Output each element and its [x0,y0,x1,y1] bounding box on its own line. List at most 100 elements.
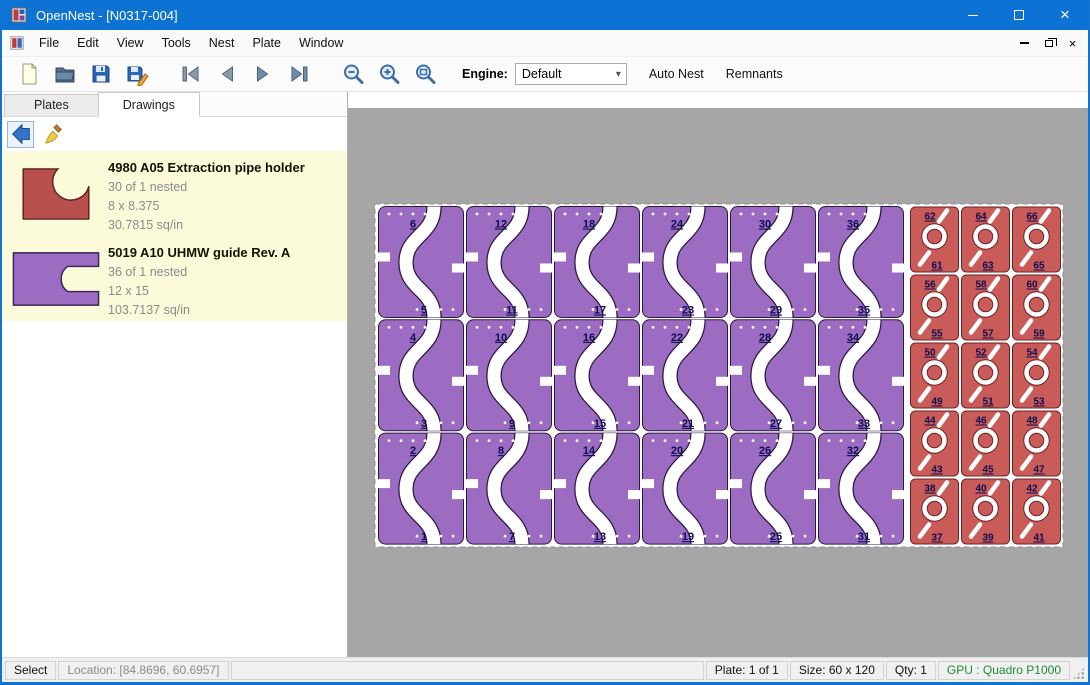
nested-part-pair-red[interactable]: 5857 [962,275,1010,340]
nested-part-pair-red[interactable]: 6665 [1013,207,1061,272]
nested-part-pair-red[interactable]: 5655 [911,275,959,340]
engine-combobox[interactable]: Default ▾ [515,63,627,85]
status-qty: Qty: 1 [886,661,936,680]
import-drawings-button[interactable] [7,121,34,148]
nested-part-pair-red[interactable]: 42 41 [1013,479,1061,544]
open-button[interactable] [50,59,80,89]
menu-tools[interactable]: Tools [153,30,200,56]
nested-part-pair-purple[interactable]: 43 [378,320,464,431]
nest-viewport[interactable]: 6512111817242330293635431091615222128273… [348,92,1088,657]
menu-file[interactable]: File [30,30,68,56]
new-button[interactable] [14,59,44,89]
save-as-button[interactable] [122,59,152,89]
zoom-fit-icon [413,62,437,86]
nested-part-pair-red[interactable]: 6261 [911,207,959,272]
menubar: File Edit View Tools Nest Plate Window × [2,30,1088,56]
nested-part-pair-purple[interactable]: 1817 [554,207,640,318]
go-first-button[interactable] [176,59,206,89]
mdi-restore-button[interactable] [1038,34,1059,53]
nested-part-pair-purple[interactable]: 3635 [818,207,904,318]
part-number-label: 23 [682,305,694,317]
nested-part-pair-purple[interactable]: 3433 [818,320,904,431]
go-last-button[interactable] [284,59,314,89]
part-number-label: 40 [975,484,987,495]
nested-part-pair-red[interactable]: 4039 [962,479,1010,544]
nested-part-pair-red[interactable]: 6059 [1013,275,1061,340]
list-item-drawing-1[interactable]: 4980 A05 Extraction pipe holder 30 of 1 … [2,151,347,236]
new-file-icon [17,62,41,86]
mdi-close-button[interactable]: × [1062,34,1083,53]
nested-part-pair-red[interactable]: 6463 [962,207,1010,272]
zoom-in-button[interactable] [374,59,404,89]
part-number-label: 35 [858,305,870,317]
document-icon [10,36,24,50]
save-button[interactable] [86,59,116,89]
close-button[interactable]: × [1042,0,1088,30]
part-number-label: 37 [931,533,943,544]
menu-window[interactable]: Window [290,30,352,56]
part-number-label: 31 [858,531,870,543]
menu-nest[interactable]: Nest [200,30,244,56]
nested-part-pair-red[interactable]: 5453 [1013,343,1061,408]
menu-plate[interactable]: Plate [243,30,290,56]
nest-canvas[interactable]: 6512111817242330293635431091615222128273… [348,92,1088,657]
nested-part-pair-purple[interactable]: 3029 [730,207,816,318]
nested-part-pair-red[interactable]: 3837 [911,479,959,544]
nested-part-pair-purple[interactable]: 3231 [818,433,904,544]
remnants-button[interactable]: Remnants [726,67,783,81]
nested-part-pair-red[interactable]: 4645 [962,411,1010,476]
part-number-label: 12 [495,219,507,231]
nested-part-pair-purple[interactable]: 2827 [730,320,816,431]
nested-part-pair-red[interactable]: 4443 [911,411,959,476]
nested-part-pair-red[interactable]: 5251 [962,343,1010,408]
part-number-label: 2 [410,445,416,457]
nested-part-pair-purple[interactable]: 65 [378,207,464,318]
nested-part-pair-purple[interactable]: 21 [378,433,464,544]
nested-part-pair-purple[interactable]: 1413 [554,433,640,544]
nested-part-pair-purple[interactable]: 1211 [466,207,552,318]
nested-part-pair-red[interactable]: 4847 [1013,411,1061,476]
minimize-button[interactable] [950,0,996,30]
go-next-button[interactable] [248,59,278,89]
nested-part-pair-red[interactable]: 5049 [911,343,959,408]
nested-part-pair-purple[interactable]: 24 23 [642,207,728,318]
chevron-down-icon: ▾ [616,69,626,80]
import-arrow-icon [10,123,32,145]
clear-drawings-button[interactable] [39,121,66,148]
tab-drawings[interactable]: Drawings [98,92,200,117]
drawing-nested-count: 30 of 1 nested [108,178,345,197]
drawing-name: 5019 A10 UHMW guide Rev. A [108,245,345,260]
part-number-label: 9 [509,418,515,430]
part-number-label: 17 [594,305,606,317]
list-item-drawing-2[interactable]: 5019 A10 UHMW guide Rev. A 36 of 1 neste… [2,236,347,321]
tab-plates[interactable]: Plates [4,94,99,116]
nested-part-pair-purple[interactable]: 109 [466,320,552,431]
nested-part-pair-purple[interactable]: 87 [466,433,552,544]
go-previous-button[interactable] [212,59,242,89]
part-number-label: 34 [847,332,860,344]
part-number-label: 7 [509,531,515,543]
mdi-minimize-button[interactable] [1014,34,1035,53]
maximize-button[interactable] [996,0,1042,30]
status-spacer [231,661,704,680]
zoom-out-button[interactable] [338,59,368,89]
resize-grip[interactable] [1072,667,1085,680]
nested-part-pair-purple[interactable]: 2221 [642,320,728,431]
auto-nest-button[interactable]: Auto Nest [649,67,704,81]
minimize-icon [968,15,978,16]
nested-part-pair-purple[interactable]: 2625 [730,433,816,544]
nested-part-pair-purple[interactable]: 1615 [554,320,640,431]
part-number-label: 6 [410,219,416,231]
part-number-label: 22 [671,332,683,344]
menu-edit[interactable]: Edit [68,30,108,56]
part-number-label: 24 [671,219,684,231]
menu-view[interactable]: View [108,30,153,56]
zoom-fit-button[interactable] [410,59,440,89]
save-as-icon [125,62,149,86]
nested-part-pair-purple[interactable]: 2019 [642,433,728,544]
part-number-label: 3 [421,418,427,430]
drawing-nested-count: 36 of 1 nested [108,263,345,282]
part-number-label: 41 [1033,533,1045,544]
part-number-label: 42 [1026,484,1038,495]
app-icon [11,7,27,23]
